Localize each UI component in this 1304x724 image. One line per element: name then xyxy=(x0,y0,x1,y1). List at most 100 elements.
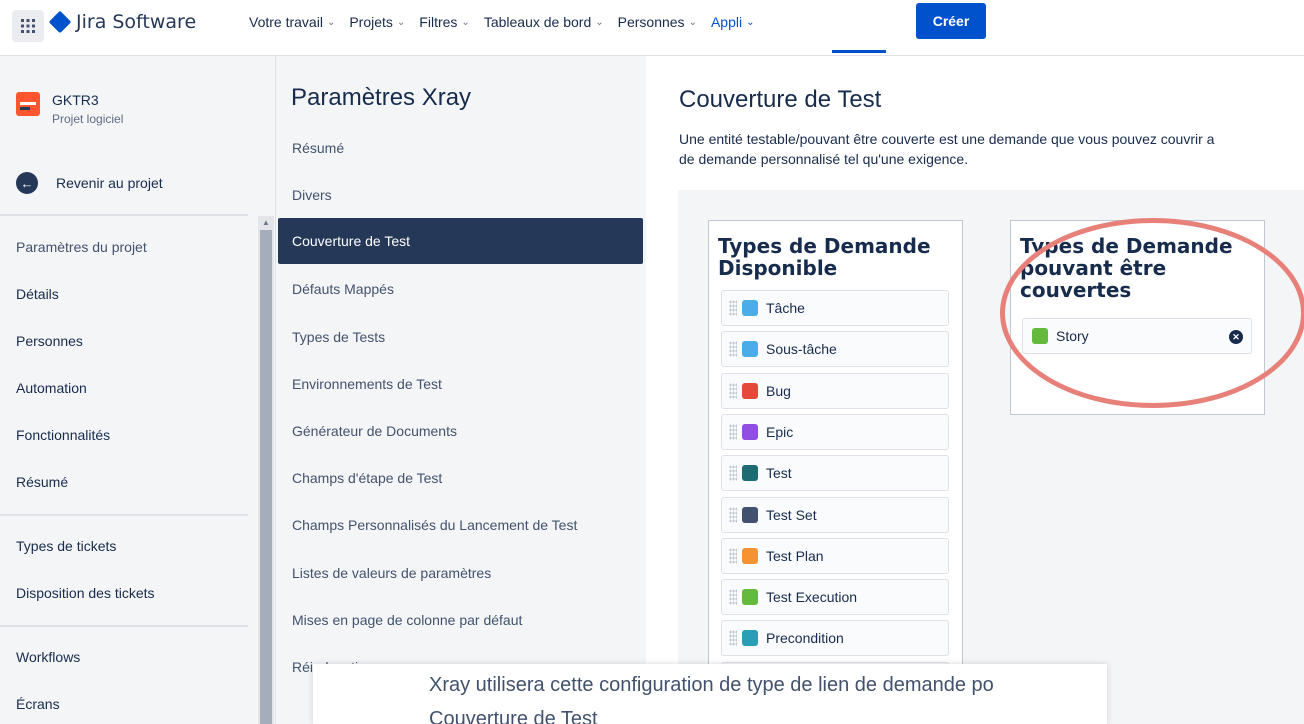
xray-settings-menu: Paramètres Xray Résumé Divers Couverture… xyxy=(276,56,646,724)
sidebar-item-personnes[interactable]: Personnes xyxy=(16,333,83,349)
test-plan-icon xyxy=(742,548,758,564)
nav-item-filtres[interactable]: Filtres ⌄ xyxy=(419,12,470,32)
xray-item-resume[interactable]: Résumé xyxy=(292,140,344,156)
bug-icon xyxy=(742,383,758,399)
test-set-icon xyxy=(742,507,758,523)
available-chip-bug[interactable]: Bug xyxy=(721,373,949,409)
chevron-down-icon: ⌄ xyxy=(461,16,470,28)
sidebar-item-fonctionnalites[interactable]: Fonctionnalités xyxy=(16,427,110,443)
available-title-line: Types de Demande xyxy=(718,234,931,258)
sidebar-scrollbar-thumb[interactable] xyxy=(260,230,272,724)
nav-item-label: Filtres xyxy=(419,14,458,30)
drag-handle-icon[interactable] xyxy=(729,507,737,523)
xray-item-mises-en-page[interactable]: Mises en page de colonne par défaut xyxy=(292,612,522,628)
nav-item-projets[interactable]: Projets ⌄ xyxy=(349,12,405,32)
chevron-down-icon: ⌄ xyxy=(396,16,406,28)
project-sidebar: GKTR3 Projet logiciel ← Revenir au proje… xyxy=(0,56,276,724)
project-name: GKTR3 xyxy=(52,92,99,108)
sidebar-divider xyxy=(0,214,248,216)
nav-item-label: Projets xyxy=(349,14,393,30)
drag-handle-icon[interactable] xyxy=(729,424,737,440)
logo-text: Jira Software xyxy=(76,11,197,33)
nav-item-label: Appli xyxy=(710,14,743,30)
chip-label: Sous-tâche xyxy=(766,341,837,357)
chip-label: Precondition xyxy=(766,630,844,646)
sidebar-item-details[interactable]: Détails xyxy=(16,286,59,302)
available-title: Types de Demande Disponible xyxy=(718,235,931,279)
highlight-annotation-ellipse xyxy=(1000,218,1304,408)
chip-label: Bug xyxy=(766,383,791,399)
app-switcher-button[interactable] xyxy=(12,10,44,42)
chevron-down-icon: ⌄ xyxy=(595,16,604,28)
available-chip-test-plan[interactable]: Test Plan xyxy=(721,538,949,574)
chevron-down-icon: ⌄ xyxy=(688,16,697,28)
sidebar-item-resume[interactable]: Résumé xyxy=(16,474,68,490)
sidebar-item-types-de-tickets[interactable]: Types de tickets xyxy=(16,538,116,554)
drag-handle-icon[interactable] xyxy=(729,630,737,646)
xray-item-types-de-tests[interactable]: Types de Tests xyxy=(292,329,385,345)
nav-item-personnes[interactable]: Personnes ⌄ xyxy=(618,12,697,32)
xray-item-divers[interactable]: Divers xyxy=(292,187,332,203)
available-chip-test-execution[interactable]: Test Execution xyxy=(721,579,949,615)
drag-handle-icon[interactable] xyxy=(729,589,737,605)
active-nav-underline xyxy=(832,50,886,53)
chip-label: Epic xyxy=(766,424,794,440)
available-chip-epic[interactable]: Epic xyxy=(721,414,949,450)
page-description: Une entité testable/pouvant être couvert… xyxy=(679,129,1304,169)
test-icon xyxy=(742,465,758,481)
sidebar-item-automation[interactable]: Automation xyxy=(16,380,87,396)
xray-item-defauts-mappes[interactable]: Défauts Mappés xyxy=(292,281,394,297)
available-chip-test-set[interactable]: Test Set xyxy=(721,497,949,533)
available-chip-sous-t-che[interactable]: Sous-tâche xyxy=(721,331,949,367)
subtask-icon xyxy=(742,341,758,357)
chip-label: Tâche xyxy=(766,300,805,316)
available-chip-test[interactable]: Test xyxy=(721,455,949,491)
sidebar-divider xyxy=(0,514,248,516)
sidebar-item-disposition-des-tickets[interactable]: Disposition des tickets xyxy=(16,585,155,601)
jira-diamond-icon xyxy=(48,10,72,34)
chip-label: Test Execution xyxy=(766,589,858,605)
xray-item-environnements-de-test[interactable]: Environnements de Test xyxy=(292,376,442,392)
test-execution-icon xyxy=(742,589,758,605)
nav-item-label: Tableaux de bord xyxy=(483,14,592,30)
back-label: Revenir au projet xyxy=(56,175,163,191)
sidebar-item-ecrans[interactable]: Écrans xyxy=(16,696,60,712)
back-to-project-link[interactable]: ← Revenir au projet xyxy=(16,172,163,194)
xray-item-champs-personnalises[interactable]: Champs Personnalisés du Lancement de Tes… xyxy=(292,517,577,533)
overlay-line: Xray utilisera cette configuration de ty… xyxy=(429,674,994,696)
epic-icon xyxy=(742,424,758,440)
drag-handle-icon[interactable] xyxy=(729,300,737,316)
nav-item-tableaux-de-bord[interactable]: Tableaux de bord ⌄ xyxy=(484,12,604,32)
drag-handle-icon[interactable] xyxy=(729,341,737,357)
nav-menu: Votre travail ⌄ Projets ⌄ Filtres ⌄ Tableau… xyxy=(249,12,768,32)
checkbox-icon xyxy=(742,300,758,316)
chip-label: Test Plan xyxy=(766,548,824,564)
project-type: Projet logiciel xyxy=(52,112,124,126)
page-title: Couverture de Test xyxy=(679,86,882,113)
drag-handle-icon[interactable] xyxy=(729,548,737,564)
arrow-left-icon: ← xyxy=(16,172,38,194)
nav-item-votre-travail[interactable]: Votre travail ⌄ xyxy=(249,12,335,32)
xray-item-generateur-de-documents[interactable]: Générateur de Documents xyxy=(292,423,457,439)
sidebar-item-workflows[interactable]: Workflows xyxy=(16,649,80,665)
nav-item-label: Personnes xyxy=(617,14,685,30)
drag-handle-icon[interactable] xyxy=(729,383,737,399)
top-navigation: Jira Software Votre travail ⌄ Projets ⌄ Fi… xyxy=(0,0,1304,56)
jira-logo[interactable]: Jira Software xyxy=(48,10,197,34)
available-chip-precondition[interactable]: Precondition xyxy=(721,620,949,656)
nav-item-appli[interactable]: Appli ⌄ xyxy=(711,12,755,32)
xray-item-champs-etape-de-test[interactable]: Champs d'étape de Test xyxy=(292,470,442,486)
xray-item-couverture-de-test[interactable]: Couverture de Test xyxy=(278,218,643,264)
available-chip-t-che[interactable]: Tâche xyxy=(721,290,949,326)
scroll-up-arrow-icon[interactable]: ▲ xyxy=(262,218,270,227)
drag-handle-icon[interactable] xyxy=(729,465,737,481)
chip-label: Test xyxy=(766,465,792,481)
description-line: de demande personnalisé tel qu'une exige… xyxy=(679,151,969,167)
project-header[interactable]: GKTR3 Projet logiciel xyxy=(16,92,123,126)
sidebar-section-title: Paramètres du projet xyxy=(16,239,147,255)
grid-icon xyxy=(21,19,35,33)
xray-item-listes-de-valeurs[interactable]: Listes de valeurs de paramètres xyxy=(292,565,491,581)
precondition-icon xyxy=(742,630,758,646)
chip-label: Test Set xyxy=(766,507,817,523)
create-button[interactable]: Créer xyxy=(916,3,986,39)
